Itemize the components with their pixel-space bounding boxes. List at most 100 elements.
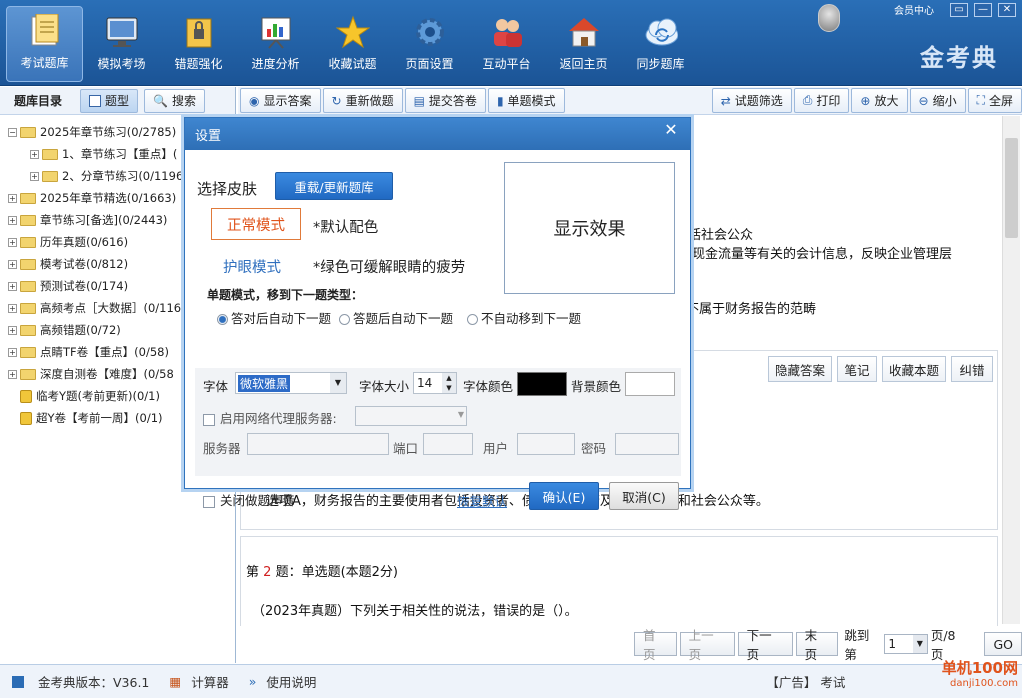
- confirm-button[interactable]: 确认(E): [529, 482, 599, 510]
- folder-icon: [20, 214, 36, 226]
- expand-toggle[interactable]: +: [8, 303, 17, 313]
- proxy-type-select[interactable]: ▼: [355, 406, 467, 426]
- expand-toggle[interactable]: +: [8, 281, 17, 291]
- zoom-out-button[interactable]: ⊖ 缩小: [909, 88, 966, 113]
- folder-icon: [20, 236, 36, 248]
- zoom-out-icon: ⊖: [918, 93, 929, 108]
- redo-button[interactable]: ↻ 重新做题: [322, 88, 403, 113]
- submit-button[interactable]: ▤ 提交答卷: [404, 88, 486, 113]
- checkbox-box: [203, 413, 215, 426]
- font-select[interactable]: 微软雅黑 ▼: [235, 372, 347, 394]
- watermark-url: danji100.com: [950, 678, 1018, 689]
- server-input[interactable]: [247, 433, 389, 455]
- expand-toggle[interactable]: +: [8, 369, 17, 379]
- expand-toggle[interactable]: +: [8, 259, 17, 269]
- collapse-toggle[interactable]: −: [8, 127, 17, 137]
- user-avatar[interactable]: [818, 4, 840, 32]
- eye-mode-option[interactable]: 护眼模式: [223, 256, 281, 277]
- nav-home[interactable]: 返回主页: [545, 6, 622, 82]
- checkbox-label: 启用网络代理服务器:: [220, 411, 337, 426]
- expand-toggle[interactable]: +: [8, 193, 17, 203]
- radio-unselected: [467, 314, 478, 325]
- option-fragment: 括社会公众: [688, 228, 754, 243]
- expand-toggle[interactable]: +: [8, 347, 17, 357]
- watermark-logo: 单机100网 danji100.com: [942, 657, 1018, 689]
- nav-community[interactable]: 互动平台: [468, 6, 545, 82]
- last-page-button[interactable]: 末页: [795, 628, 839, 662]
- user-input[interactable]: [517, 433, 575, 455]
- content-scrollbar[interactable]: [1002, 116, 1020, 624]
- normal-mode-desc: *默认配色: [313, 220, 379, 236]
- printer-icon: ⎙: [802, 93, 813, 107]
- port-input[interactable]: [423, 433, 473, 455]
- next-page-button[interactable]: 下一页: [737, 628, 793, 662]
- single-mode-button[interactable]: ▮ 单题模式: [487, 88, 565, 113]
- password-input[interactable]: [615, 433, 679, 455]
- zoom-in-icon: ⊕: [860, 93, 871, 108]
- radio-auto-next-answered[interactable]: 答题后自动下一题: [339, 308, 453, 327]
- go-button[interactable]: GO: [984, 632, 1022, 656]
- notes-button[interactable]: 笔记: [837, 356, 877, 382]
- page-select[interactable]: 1 ▼: [884, 634, 928, 654]
- prev-page-button[interactable]: 上一页: [679, 628, 735, 662]
- radio-no-auto-next[interactable]: 不自动移到下一题: [467, 308, 581, 327]
- expand-toggle[interactable]: +: [30, 171, 39, 181]
- restore-button[interactable]: ▭: [950, 2, 968, 17]
- stepper-arrows-icon[interactable]: ▲ ▼: [442, 373, 456, 393]
- bg-color-swatch[interactable]: [625, 372, 675, 396]
- option-fragment: 现金流量等有关的会计信息，反映企业管理层: [692, 247, 953, 262]
- button-label: 试题筛选: [734, 94, 783, 108]
- normal-mode-option[interactable]: 正常模式: [211, 208, 301, 240]
- calculator-link[interactable]: 计算器: [191, 672, 229, 691]
- expand-toggle[interactable]: +: [8, 325, 17, 335]
- close-window-button[interactable]: ✕: [998, 2, 1016, 17]
- nav-question-bank[interactable]: 考试题库: [6, 6, 83, 82]
- fullscreen-icon: ⛶: [976, 93, 985, 107]
- expand-toggle[interactable]: +: [8, 237, 17, 247]
- tab-label: 搜索: [171, 94, 196, 108]
- minimize-button[interactable]: —: [974, 2, 992, 17]
- nav-page-settings[interactable]: 页面设置: [391, 6, 468, 82]
- print-button[interactable]: ⎙ 打印: [793, 88, 850, 113]
- nav-sync[interactable]: 同步题库: [622, 6, 699, 82]
- font-size-stepper[interactable]: 14 ▲ ▼: [413, 372, 457, 394]
- nav-favorites[interactable]: 收藏试题: [314, 6, 391, 82]
- nav-error-drill[interactable]: 错题强化: [160, 6, 237, 82]
- scrollbar-thumb[interactable]: [1005, 138, 1018, 238]
- tree-item-label: 点睛TF卷【重点】(0/58): [40, 345, 169, 359]
- gear-icon: [413, 15, 447, 49]
- cancel-button[interactable]: 取消(C): [609, 482, 679, 510]
- button-label: 单题模式: [507, 94, 556, 108]
- expand-toggle[interactable]: +: [8, 215, 17, 225]
- expand-toggle[interactable]: +: [30, 149, 39, 159]
- tab-question-type[interactable]: 题型: [80, 88, 139, 113]
- folder-icon: [42, 170, 58, 182]
- radio-label: 答对后自动下一题: [231, 311, 332, 326]
- ad-text[interactable]: 【广告】 考试: [766, 672, 845, 691]
- nav-mock-exam[interactable]: 模拟考场: [83, 6, 160, 82]
- zoom-in-button[interactable]: ⊕ 放大: [851, 88, 908, 113]
- tab-search[interactable]: 🔍 搜索: [144, 88, 205, 113]
- restore-defaults-link[interactable]: 恢复默认: [457, 491, 507, 510]
- report-error-button[interactable]: 纠错: [951, 356, 993, 382]
- mute-checkbox[interactable]: 关闭做题声音: [203, 490, 295, 509]
- first-page-button[interactable]: 首页: [634, 628, 677, 662]
- font-color-swatch[interactable]: [517, 372, 567, 396]
- proxy-checkbox[interactable]: 启用网络代理服务器:: [203, 408, 337, 427]
- tree-item-label: 预测试卷(0/174): [40, 279, 129, 293]
- tree-item-label: 2025年章节练习(0/2785): [40, 125, 177, 139]
- calculator-icon: ▦: [169, 674, 182, 689]
- reload-bank-button[interactable]: 重载/更新题库: [275, 172, 393, 200]
- title-bar: 考试题库 模拟考场 错题强化 进度分析 收藏试题 页面设置 互动平台 返回主页 …: [0, 0, 1022, 86]
- filter-button[interactable]: ⇄ 试题筛选: [711, 88, 792, 113]
- pagination: 首页 上一页 下一页 末页 跳到第 1 ▼ 页/8页 GO: [238, 628, 1022, 662]
- manual-link[interactable]: 使用说明: [266, 672, 316, 691]
- nav-progress[interactable]: 进度分析: [237, 6, 314, 82]
- hide-answer-button[interactable]: 隐藏答案: [768, 356, 832, 382]
- favorite-button[interactable]: 收藏本题: [882, 356, 946, 382]
- member-center-link[interactable]: 会员中心: [894, 2, 934, 17]
- dialog-close-button[interactable]: ✕: [654, 120, 688, 142]
- show-answer-button[interactable]: ◉ 显示答案: [240, 88, 321, 113]
- fullscreen-button[interactable]: ⛶ 全屏: [967, 88, 1022, 113]
- radio-auto-next-correct[interactable]: 答对后自动下一题: [217, 308, 331, 327]
